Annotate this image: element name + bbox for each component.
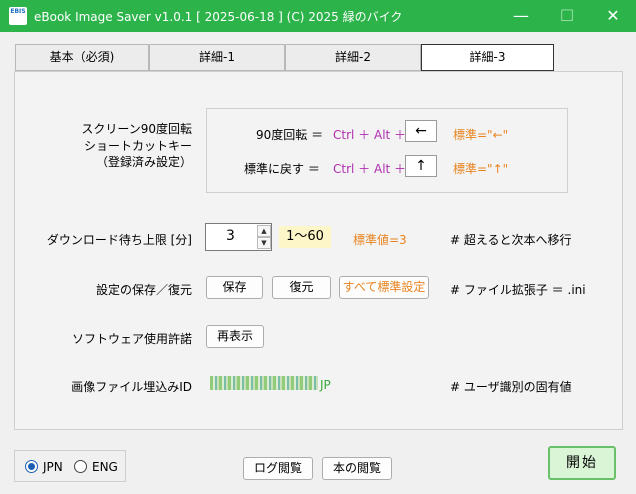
settings-io-note: # ファイル拡張子 ＝ .ini — [450, 283, 586, 297]
tab-detail-3[interactable]: 詳細-3 — [421, 44, 554, 71]
license-label: ソフトウェア使用許諾 — [71, 332, 192, 346]
rotate-label: 90度回転 ＝ — [256, 128, 324, 142]
rotate-default: 標準="←" — [453, 128, 509, 142]
tab-detail-1[interactable]: 詳細-1 — [149, 44, 285, 71]
embed-id-suffix: JP — [320, 378, 331, 392]
reset-all-button[interactable]: すべて標準設定 — [339, 276, 429, 299]
jpn-radio[interactable] — [25, 460, 38, 473]
reset-combo: Ctrl ＋ Alt ＋ — [333, 162, 407, 176]
close-button[interactable]: ✕ — [590, 0, 636, 32]
download-limit-label: ダウンロード待ち上限 [分] — [46, 233, 192, 247]
book-view-button[interactable]: 本の閲覧 — [322, 457, 392, 480]
title-bar: EBIS eBook Image Saver v1.0.1 [ 2025-06-… — [0, 0, 636, 32]
shortcut-section-label-2: ショートカットキー — [83, 139, 192, 153]
reset-default: 標準="↑" — [453, 162, 509, 176]
app-icon: EBIS — [9, 7, 27, 25]
embed-id-obscured — [210, 376, 318, 390]
save-button[interactable]: 保存 — [206, 276, 263, 299]
restore-button[interactable]: 復元 — [272, 276, 331, 299]
tab-basic[interactable]: 基本（必須) — [15, 44, 149, 71]
shortcut-group — [206, 108, 568, 193]
eng-label: ENG — [92, 460, 118, 474]
download-limit-note: # 超えると次本へ移行 — [450, 233, 572, 247]
window-title: eBook Image Saver v1.0.1 [ 2025-06-18 ] … — [34, 10, 403, 24]
download-limit-range: 1～60 — [279, 226, 331, 248]
reset-label: 標準に戻す ＝ — [244, 162, 320, 176]
tab-detail-2[interactable]: 詳細-2 — [285, 44, 421, 71]
jpn-label: JPN — [43, 460, 63, 474]
spin-down-icon[interactable]: ▼ — [257, 237, 271, 249]
download-limit-spinner[interactable]: 3 ▲ ▼ — [205, 223, 272, 251]
eng-radio[interactable] — [74, 460, 87, 473]
spin-up-icon[interactable]: ▲ — [257, 225, 271, 237]
minimize-button[interactable]: — — [498, 0, 544, 32]
embed-id-label: 画像ファイル埋込みID — [71, 380, 192, 394]
reset-key-field[interactable]: ↑ — [405, 155, 437, 177]
embed-id-note: # ユーザ識別の固有値 — [450, 380, 572, 394]
start-button[interactable]: 開始 — [548, 446, 616, 480]
settings-io-label: 設定の保存／復元 — [95, 283, 192, 297]
log-view-button[interactable]: ログ閲覧 — [243, 457, 313, 480]
shortcut-section-label-1: スクリーン90度回転 — [81, 122, 192, 136]
shortcut-section-label-3: （登録済み設定） — [95, 155, 192, 169]
rotate-key-field[interactable]: ← — [405, 120, 437, 142]
maximize-button[interactable]: ☐ — [544, 0, 590, 32]
rotate-combo: Ctrl ＋ Alt ＋ — [333, 128, 407, 142]
license-redisplay-button[interactable]: 再表示 — [206, 325, 264, 348]
download-limit-value[interactable]: 3 — [226, 228, 235, 244]
download-limit-default: 標準値=3 — [353, 233, 407, 247]
